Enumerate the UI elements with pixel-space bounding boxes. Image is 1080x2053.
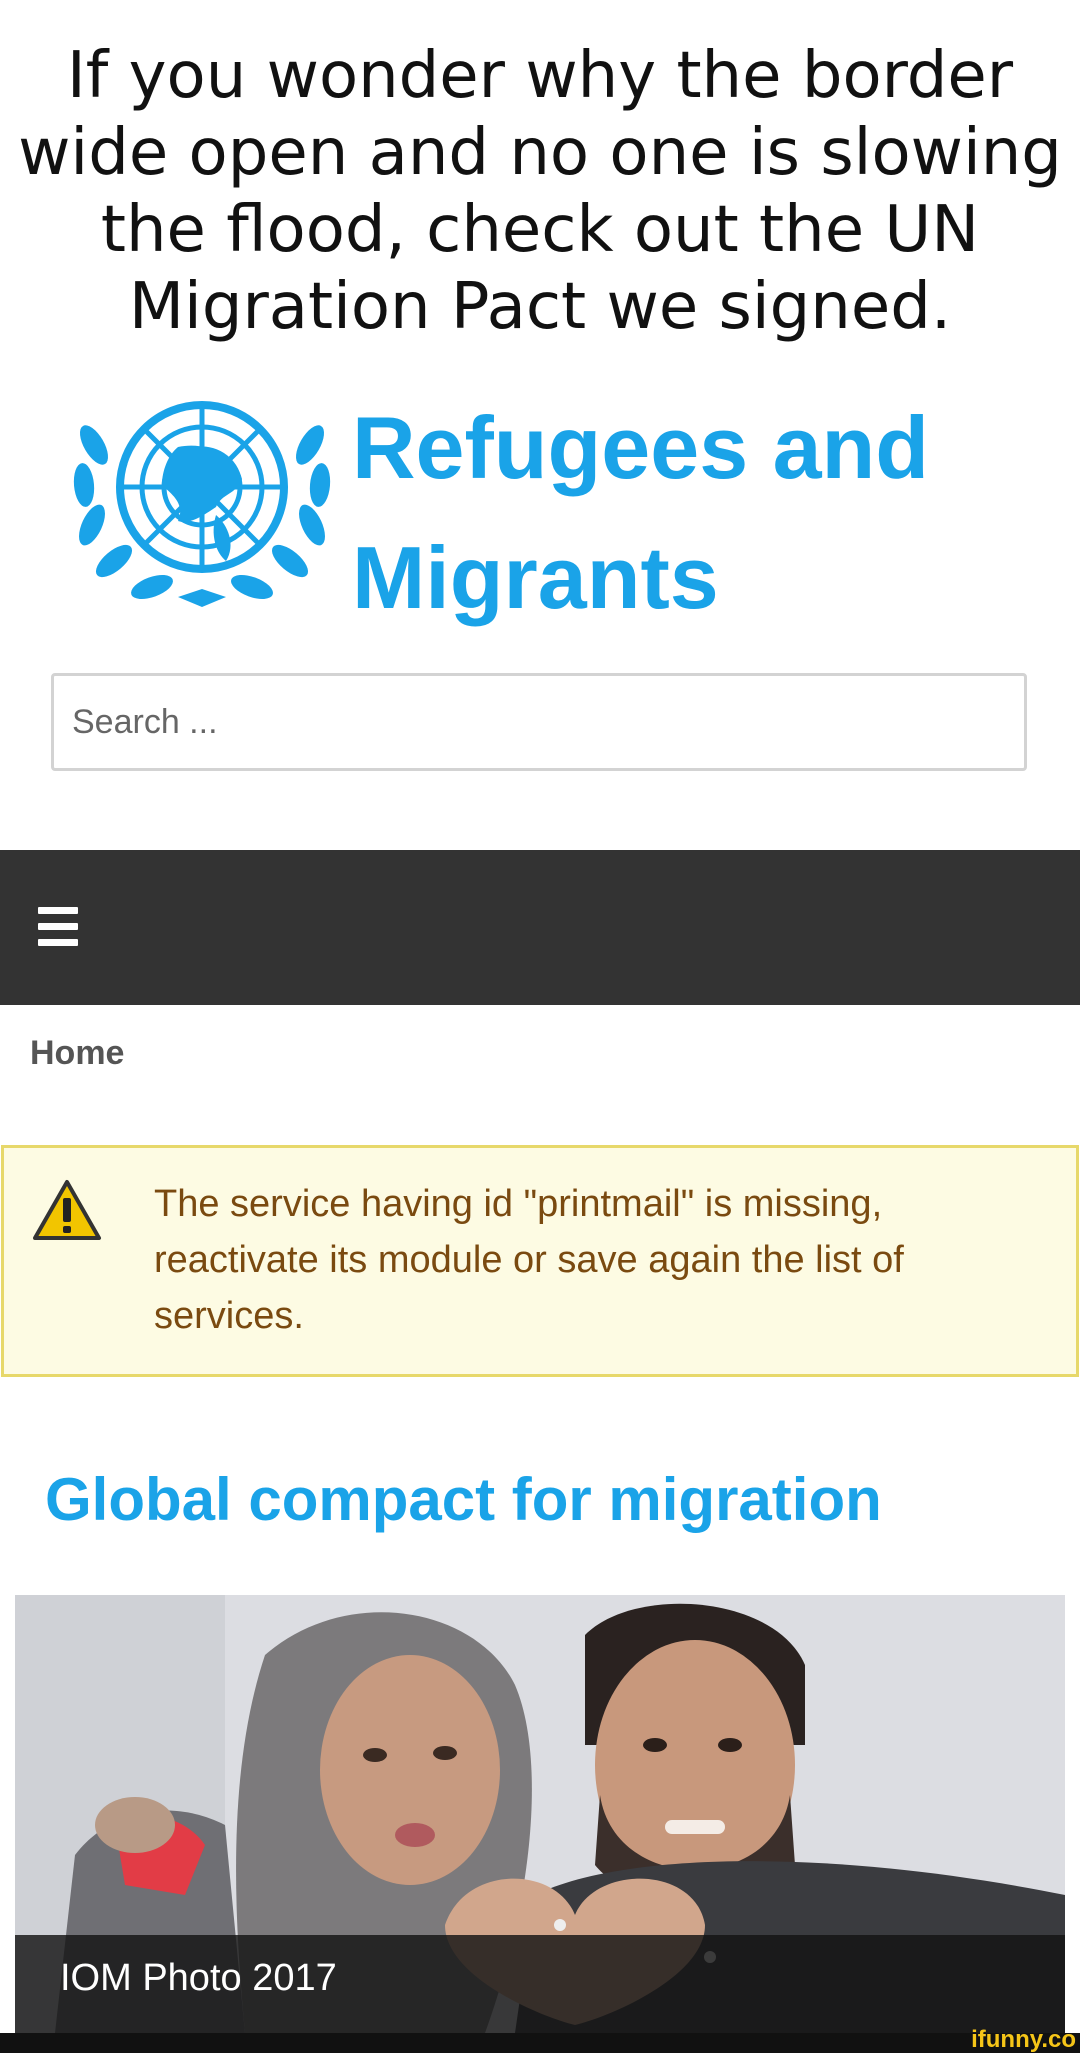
meme-caption-line: the flood, check out the UN — [100, 193, 980, 267]
site-title-line: Migrants — [352, 528, 719, 627]
ifunny-watermark: ifunny.co — [971, 2026, 1076, 2053]
alert-box: The service having id "printmail" is mis… — [1, 1145, 1079, 1377]
breadcrumb-home[interactable]: Home — [30, 1034, 124, 1073]
page: If you wonder why the border wide open a… — [0, 0, 1080, 2053]
article-photo[interactable]: IOM Photo 2017 — [15, 1595, 1065, 2033]
meme-caption-line: Migration Pact we signed. — [128, 270, 952, 344]
meme-caption: If you wonder why the border wide open a… — [0, 38, 1080, 346]
meme-caption-line: If you wonder why the border — [66, 39, 1014, 113]
warning-icon — [33, 1180, 101, 1240]
un-emblem-icon[interactable] — [66, 375, 338, 615]
photo-caption-text: IOM Photo 2017 — [60, 1957, 337, 1999]
navbar — [0, 850, 1080, 1005]
footer-bar — [0, 2033, 1080, 2053]
article-title[interactable]: Global compact for migration — [45, 1465, 882, 1534]
search-input[interactable]: Search ... — [51, 673, 1027, 771]
meme-caption-line: wide open and no one is slowing — [18, 116, 1062, 190]
alert-message: The service having id "printmail" is mis… — [154, 1183, 904, 1337]
hamburger-icon[interactable] — [38, 907, 78, 947]
site-title[interactable]: Refugees and Migrants — [352, 383, 929, 643]
site-title-line: Refugees and — [352, 398, 930, 497]
photo-caption: IOM Photo 2017 — [15, 1935, 1065, 2033]
site-header: Refugees and Migrants — [66, 375, 1046, 627]
